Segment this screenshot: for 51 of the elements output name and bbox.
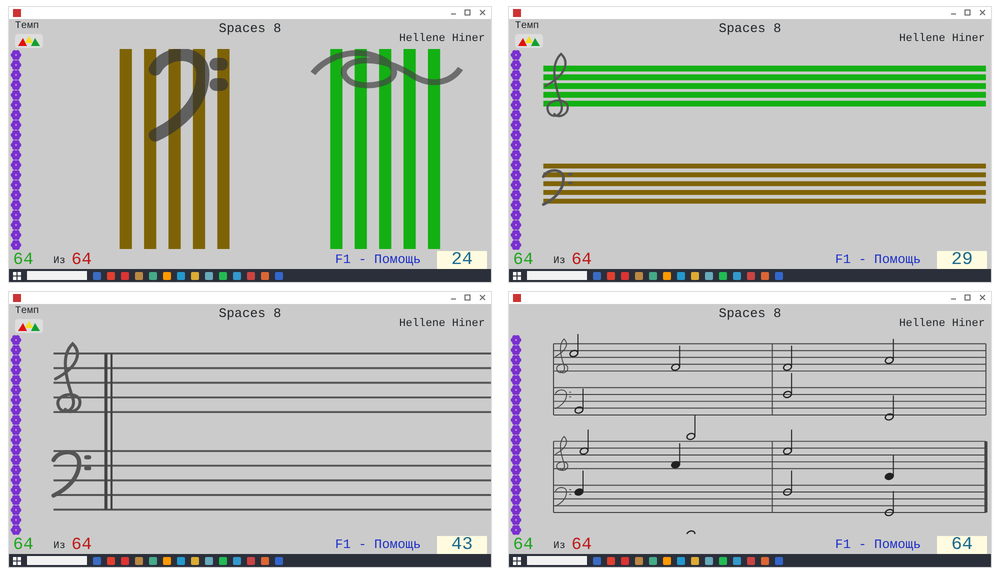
app-icon	[513, 9, 521, 17]
window-controls-icon	[951, 9, 987, 17]
total-count: 64	[571, 252, 592, 269]
current-count: 64	[13, 252, 34, 269]
help-hint: F1 - Помощь	[835, 536, 921, 554]
start-icon	[13, 556, 21, 564]
total-count: 64	[71, 252, 92, 269]
of-label: Из	[553, 540, 566, 554]
tempo-label: Темп	[515, 20, 540, 34]
help-hint: F1 - Помощь	[835, 250, 921, 268]
window-controls-icon	[951, 294, 987, 302]
app-icon	[513, 294, 521, 302]
search-field	[527, 271, 587, 280]
of-label: Из	[53, 255, 66, 269]
help-hint: F1 - Помощь	[335, 250, 421, 268]
composer-name: Hellene Hiner	[899, 317, 985, 332]
bass-clef-icon	[148, 49, 228, 142]
composer-name: Hellene Hiner	[899, 32, 985, 47]
score-counter: 43	[437, 536, 487, 554]
help-hint: F1 - Помощь	[335, 536, 421, 554]
score-counter: 64	[937, 536, 987, 554]
of-label: Из	[53, 540, 66, 554]
total-count: 64	[571, 537, 592, 554]
piece-title: Spaces 8	[718, 20, 782, 38]
app-icon	[13, 294, 21, 302]
tempo-label: Темп	[15, 305, 40, 319]
piece-title: Spaces 8	[218, 305, 282, 323]
search-field	[27, 556, 87, 565]
piece-title: Spaces 8	[218, 20, 282, 38]
current-count: 64	[13, 537, 34, 554]
score-counter: 29	[937, 251, 987, 269]
piece-title: Spaces 8	[718, 305, 782, 323]
tempo-gauge-icon	[15, 319, 43, 333]
app-icon	[13, 9, 21, 17]
composer-name: Hellene Hiner	[399, 317, 485, 332]
tempo-gauge-icon	[15, 34, 43, 48]
window-controls-icon	[451, 9, 487, 17]
tempo-label: Темп	[15, 20, 40, 34]
score-counter: 24	[437, 251, 487, 269]
start-icon	[513, 272, 521, 280]
total-count: 64	[71, 537, 92, 554]
start-icon	[13, 272, 21, 280]
search-field	[527, 556, 587, 565]
of-label: Из	[553, 255, 566, 269]
search-field	[27, 271, 87, 280]
current-count: 64	[513, 537, 534, 554]
composer-name: Hellene Hiner	[399, 32, 485, 47]
tempo-gauge-icon	[515, 34, 543, 48]
current-count: 64	[513, 252, 534, 269]
window-controls-icon	[451, 294, 487, 302]
start-icon	[513, 556, 521, 564]
